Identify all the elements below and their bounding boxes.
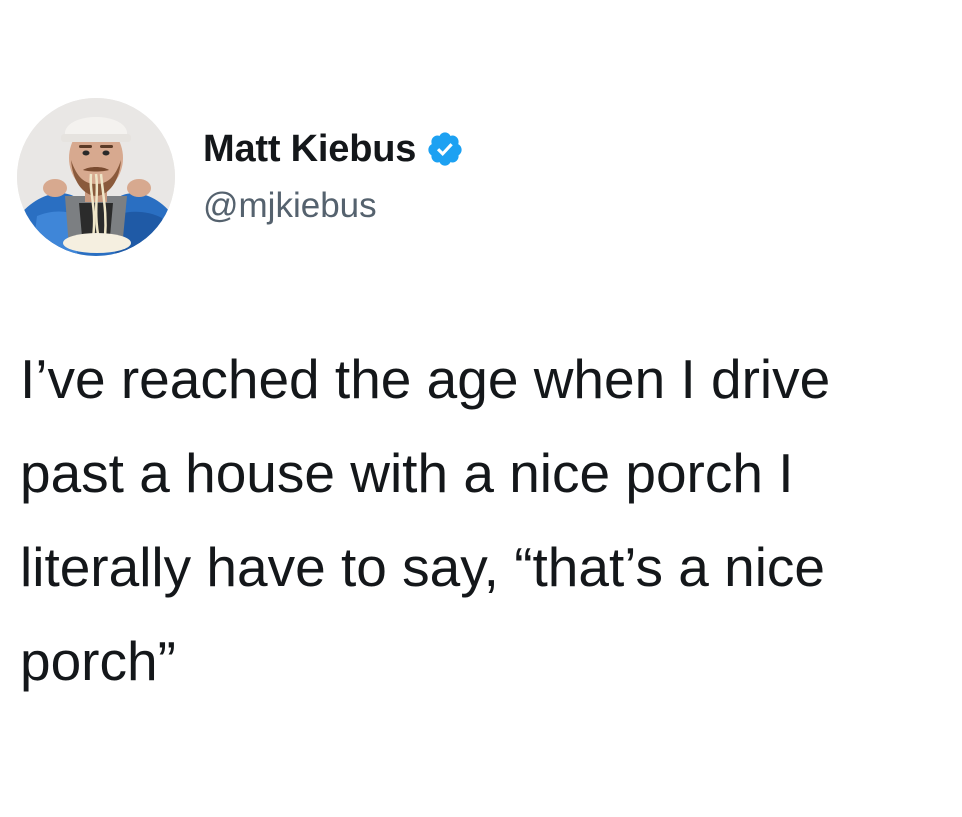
profile-photo <box>17 98 175 256</box>
tweet-card: Matt Kiebus @mjkiebus I’ve reached the a… <box>0 0 962 817</box>
tweet-text-line: I’ve reached the age when I drive <box>20 348 831 410</box>
display-name[interactable]: Matt Kiebus <box>203 126 416 172</box>
tweet-text-line: porch” <box>20 630 176 692</box>
tweet-text-line: literally have to say, “that’s a nice <box>20 536 826 598</box>
verified-badge-icon <box>426 130 464 168</box>
tweet-text-line: past a house with a nice porch I <box>20 442 794 504</box>
avatar[interactable] <box>17 98 175 256</box>
user-handle[interactable]: @mjkiebus <box>203 184 377 228</box>
tweet-text: I’ve reached the age when I drive past a… <box>20 332 950 708</box>
user-name-row: Matt Kiebus <box>203 126 464 172</box>
